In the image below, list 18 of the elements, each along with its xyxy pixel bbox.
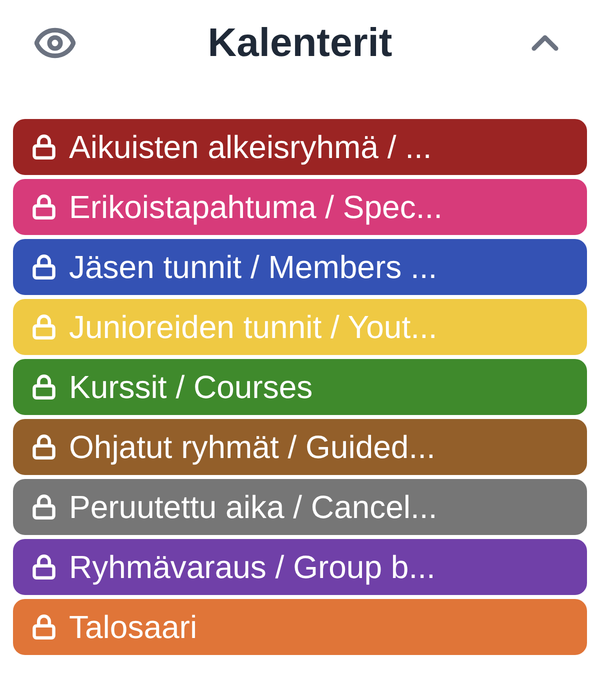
calendar-item[interactable]: Kurssit / Courses	[13, 359, 587, 415]
calendar-name: Junioreiden tunnit / Yout...	[69, 308, 438, 347]
calendar-item[interactable]: Ryhmävaraus / Group b...	[13, 539, 587, 595]
calendar-item[interactable]: Ohjatut ryhmät / Guided...	[13, 419, 587, 475]
calendar-item[interactable]: Aikuisten alkeisryhmä / ...	[13, 119, 587, 175]
calendar-name: Talosaari	[69, 608, 198, 647]
calendar-name: Peruutettu aika / Cancel...	[69, 488, 438, 527]
calendar-item[interactable]: Erikoistapahtuma / Spec...	[13, 179, 587, 235]
calendar-name: Ryhmävaraus / Group b...	[69, 548, 436, 587]
calendar-item[interactable]: Talosaari	[13, 599, 587, 655]
calendar-item[interactable]: Jäsen tunnit / Members ...	[13, 239, 587, 295]
calendar-name: Ohjatut ryhmät / Guided...	[69, 428, 436, 467]
calendar-name: Jäsen tunnit / Members ...	[69, 248, 438, 287]
panel-title: Kalenterit	[208, 20, 392, 67]
calendar-item[interactable]: Peruutettu aika / Cancel...	[13, 479, 587, 535]
calendar-name: Erikoistapahtuma / Spec...	[69, 188, 443, 227]
calendar-name: Aikuisten alkeisryhmä / ...	[69, 128, 432, 167]
calendar-name: Kurssit / Courses	[69, 368, 313, 407]
